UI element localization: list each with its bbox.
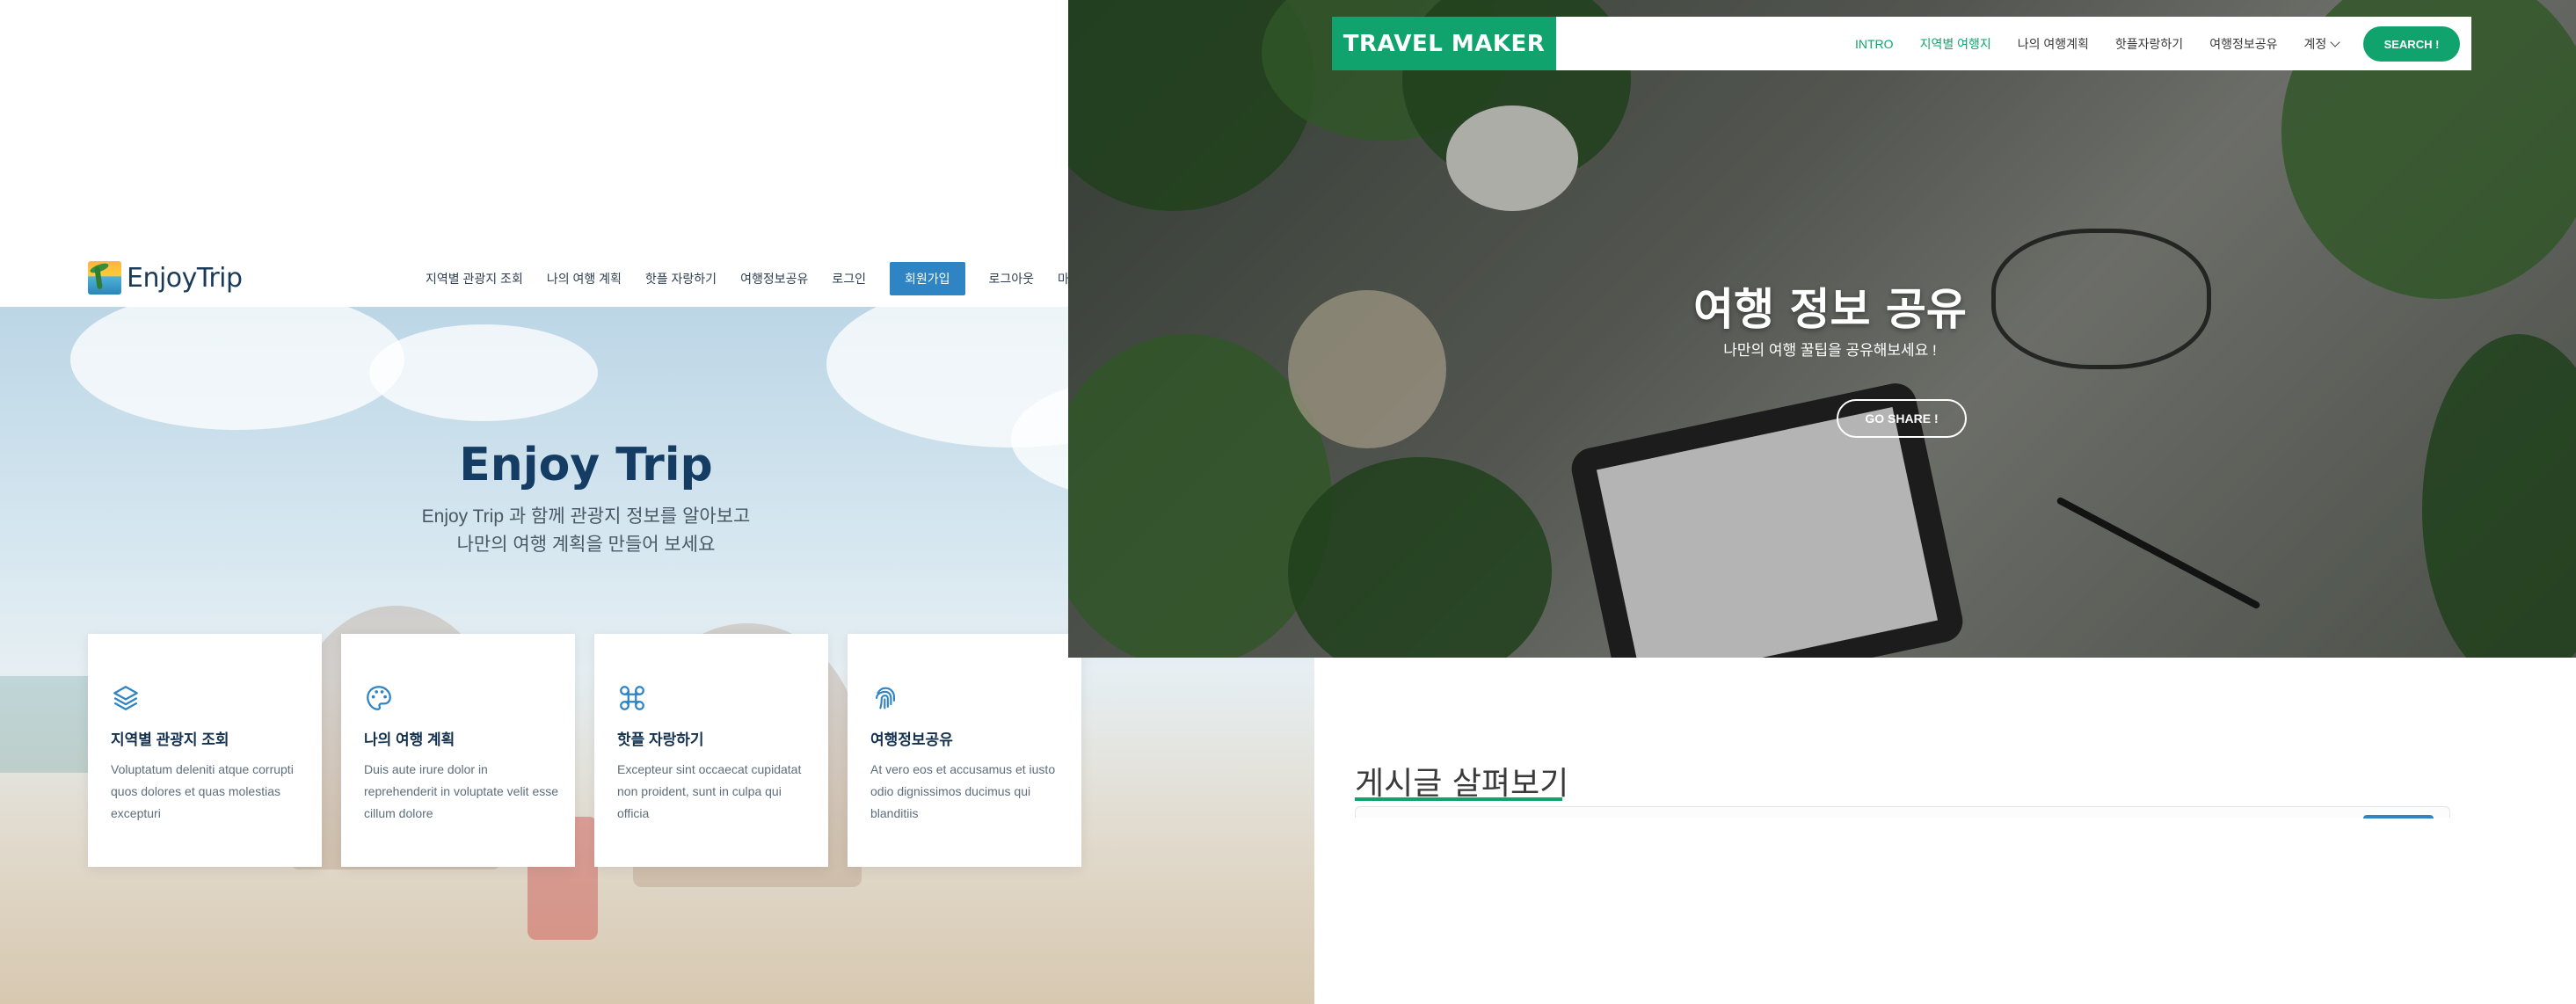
signup-button[interactable]: 회원가입 — [889, 262, 965, 295]
nav-intro[interactable]: INTRO — [1855, 37, 1894, 51]
hero-subtitle: 나만의 여행 꿀팁을 공유해보세요 ! — [1723, 342, 1937, 359]
go-share-button[interactable]: GO SHARE ! — [1837, 399, 1967, 438]
travelmaker-logo[interactable]: TRAVEL MAKER — [1332, 17, 1556, 70]
feature-card-desc: Excepteur sint occaecat cupidatat non pr… — [617, 762, 802, 820]
palette-icon — [367, 686, 391, 710]
feature-card-title: 여행정보공유 — [870, 731, 953, 748]
logo-icon — [88, 261, 121, 295]
feature-card-title: 나의 여행 계획 — [364, 731, 455, 748]
feature-card-desc: Duis aute irure dolor in reprehenderit i… — [364, 762, 559, 820]
feature-card[interactable]: 여행정보공유 At vero eos et accusamus et iusto… — [848, 634, 1081, 867]
enjoytrip-nav: 지역별 관광지 조회 나의 여행 계획 핫플 자랑하기 여행정보공유 로그인 회… — [426, 262, 1138, 295]
feature-card-desc: Voluptatum deleniti atque corrupti quos … — [111, 762, 294, 820]
cloud-decoration — [369, 324, 598, 421]
nav-my-trip-plan[interactable]: 나의 여행 계획 — [547, 270, 622, 287]
fingerprint-icon — [876, 687, 895, 709]
section-title-underline — [1355, 797, 1562, 801]
nav-login[interactable]: 로그인 — [832, 270, 866, 287]
logo-text: EnjoyTrip — [127, 262, 243, 294]
post-list-action-button[interactable] — [2363, 815, 2434, 818]
feature-card[interactable]: 지역별 관광지 조회 Voluptatum deleniti atque cor… — [88, 634, 322, 867]
travelmaker-nav: INTRO 지역별 여행지 나의 여행계획 핫플자랑하기 여행정보공유 계정 — [1855, 17, 2365, 70]
nav-hotplace[interactable]: 핫플자랑하기 — [2115, 35, 2183, 53]
nav-logout[interactable]: 로그아웃 — [989, 270, 1035, 287]
feature-card[interactable]: 나의 여행 계획 Duis aute irure dolor in repreh… — [341, 634, 575, 867]
hero-subtitle-line2: 나만의 여행 계획을 만들어 보세요 — [456, 535, 716, 555]
hero-subtitle-line1: Enjoy Trip 과 함께 관광지 정보를 알아보고 — [421, 506, 751, 527]
travelmaker-hero: 여행 정보 공유 나만의 여행 꿀팁을 공유해보세요 ! GO SHARE ! — [1068, 0, 2576, 658]
feature-card-desc: At vero eos et accusamus et iusto odio d… — [870, 762, 1056, 820]
post-list-panel — [1355, 806, 2450, 818]
cloud-decoration — [70, 307, 404, 430]
layers-icon — [113, 686, 138, 710]
nav-hotplace[interactable]: 핫플 자랑하기 — [645, 270, 717, 287]
search-button[interactable]: SEARCH ! — [2363, 26, 2460, 62]
hero-title: 여행 정보 공유 — [1693, 284, 1967, 335]
enjoytrip-logo[interactable]: EnjoyTrip — [88, 259, 243, 296]
feature-card-title: 지역별 관광지 조회 — [111, 731, 229, 748]
nav-region-attractions[interactable]: 지역별 관광지 조회 — [426, 270, 523, 287]
nav-my-trip-plan[interactable]: 나의 여행계획 — [2018, 35, 2089, 53]
travelmaker-page: 여행 정보 공유 나만의 여행 꿀팁을 공유해보세요 ! GO SHARE ! … — [1068, 0, 2576, 1004]
feature-card[interactable]: 핫플 자랑하기 Excepteur sint occaecat cupidata… — [594, 634, 828, 867]
command-icon — [620, 686, 644, 710]
nav-account-label: 계정 — [2303, 36, 2327, 51]
logo-text: TRAVEL MAKER — [1343, 30, 1546, 57]
nav-travel-info-share[interactable]: 여행정보공유 — [2209, 35, 2277, 53]
nav-travel-info-share[interactable]: 여행정보공유 — [740, 270, 808, 287]
nav-region-destinations[interactable]: 지역별 여행지 — [1920, 35, 1991, 53]
hero-title: Enjoy Trip — [459, 439, 713, 491]
chevron-down-icon — [2330, 36, 2340, 47]
sea-shape — [0, 676, 97, 773]
feature-card-title: 핫플 자랑하기 — [617, 731, 704, 748]
enjoytrip-header: EnjoyTrip 지역별 관광지 조회 나의 여행 계획 핫플 자랑하기 여행… — [0, 249, 1114, 307]
nav-account-dropdown[interactable]: 계정 — [2303, 35, 2340, 53]
travelmaker-header: TRAVEL MAKER INTRO 지역별 여행지 나의 여행계획 핫플자랑하… — [1332, 17, 2471, 70]
